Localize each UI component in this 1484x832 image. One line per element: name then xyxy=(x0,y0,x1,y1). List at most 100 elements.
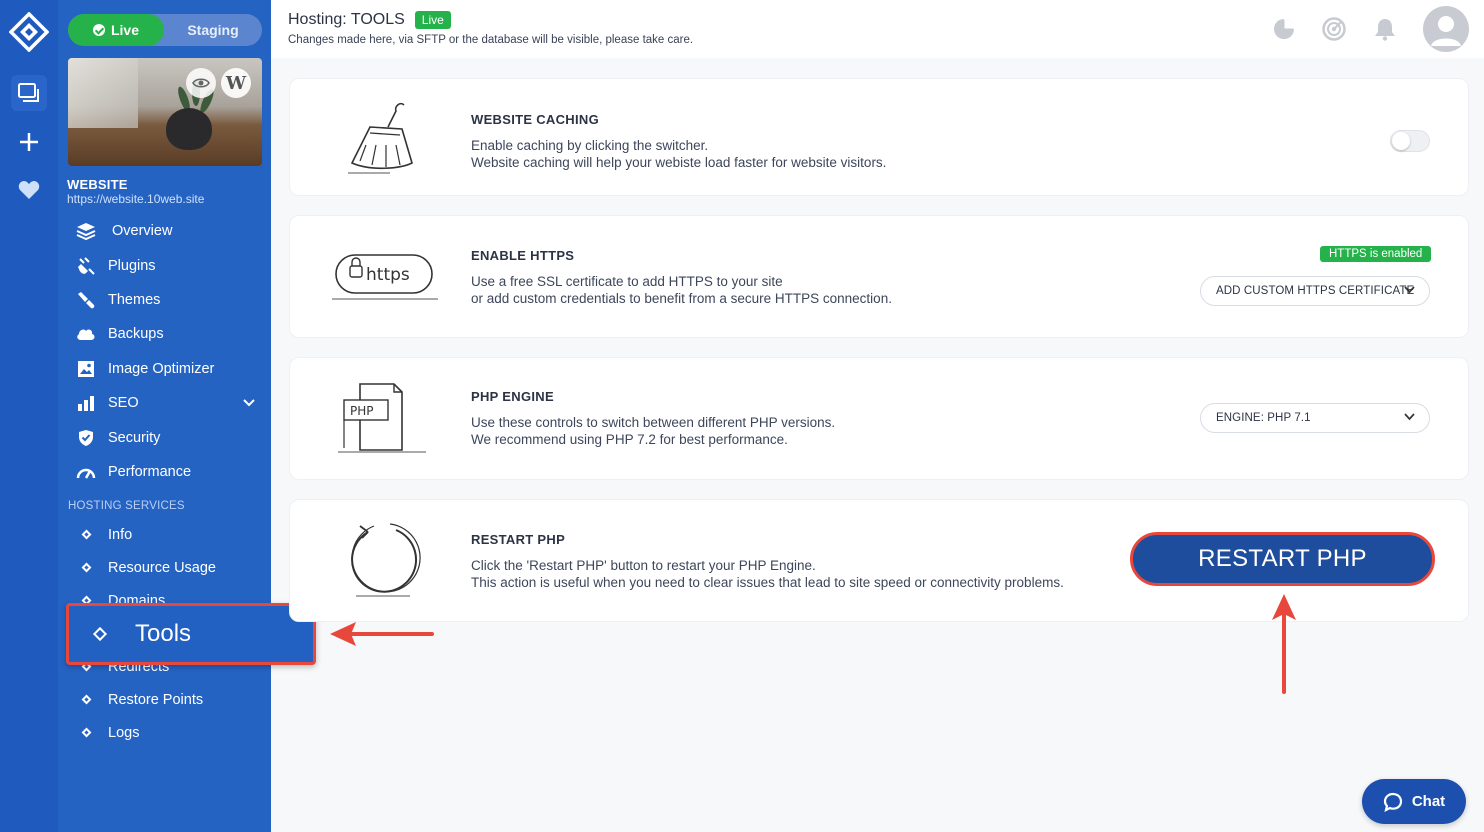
php-file-icon: PHP xyxy=(338,383,426,453)
nav-label: Logs xyxy=(108,724,140,741)
chat-icon xyxy=(1383,792,1402,812)
card-title: RESTART PHP xyxy=(471,532,566,547)
nav-item-security[interactable]: Security xyxy=(58,420,271,454)
card-website-caching: WEBSITE CACHING Enable caching by clicki… xyxy=(289,78,1469,196)
custom-https-certificate-dropdown[interactable]: ADD CUSTOM HTTPS CERTIFICATE xyxy=(1200,276,1430,306)
bell-icon[interactable] xyxy=(1372,16,1398,42)
plug-icon xyxy=(76,256,96,276)
nav-item-logs[interactable]: Logs xyxy=(58,716,271,749)
bar-chart-icon xyxy=(76,393,96,413)
nav-label: Image Optimizer xyxy=(108,360,215,377)
chevron-down-icon xyxy=(1404,413,1415,421)
card-desc-line1: Use these controls to switch between dif… xyxy=(471,415,836,430)
card-desc-line2: We recommend using PHP 7.2 for best perf… xyxy=(471,432,788,447)
diamond-icon xyxy=(76,558,96,578)
site-thumbnail[interactable]: W xyxy=(68,58,262,166)
card-title: ENABLE HTTPS xyxy=(471,248,575,263)
restart-php-button[interactable]: RESTART PHP xyxy=(1130,532,1435,586)
nav-item-backups[interactable]: Backups xyxy=(58,317,271,351)
chat-label: Chat xyxy=(1411,793,1446,810)
nav-label: Tools xyxy=(135,620,192,647)
wordpress-icon[interactable]: W xyxy=(221,68,251,98)
diamond-icon xyxy=(76,525,96,545)
user-avatar[interactable] xyxy=(1423,6,1469,52)
nav-item-seo[interactable]: SEO xyxy=(58,386,271,420)
check-icon xyxy=(92,24,105,36)
nav-label: Restore Points xyxy=(108,691,204,708)
nav-item-themes[interactable]: Themes xyxy=(58,283,271,317)
card-desc-line2: or add custom credentials to benefit fro… xyxy=(471,291,892,306)
image-icon xyxy=(76,359,96,379)
chat-button[interactable]: Chat xyxy=(1362,779,1466,824)
card-title: PHP ENGINE xyxy=(471,389,554,404)
nav-label: Plugins xyxy=(108,257,156,274)
nav-item-info[interactable]: Info xyxy=(58,518,271,551)
nav-item-image-optimizer[interactable]: Image Optimizer xyxy=(58,352,271,386)
https-status-badge: HTTPS is enabled xyxy=(1320,246,1432,262)
annotation-arrow-left xyxy=(330,622,434,646)
logo-icon[interactable] xyxy=(9,12,49,52)
page-header: Hosting: TOOLS Live Changes made here, v… xyxy=(271,0,1484,58)
nav-label: Security xyxy=(108,429,161,446)
live-button[interactable]: Live xyxy=(68,14,164,46)
chevron-down-icon[interactable] xyxy=(243,395,255,411)
svg-text:PHP: PHP xyxy=(350,404,374,418)
brush-icon xyxy=(76,290,96,310)
nav-item-plugins[interactable]: Plugins xyxy=(58,248,271,282)
site-nav: Overview Plugins Themes Backups Image Op… xyxy=(58,214,271,489)
page-subtitle: Changes made here, via SFTP or the datab… xyxy=(288,34,694,46)
card-desc-line2: Website caching will help your webiste l… xyxy=(471,155,887,170)
staging-button[interactable]: Staging xyxy=(164,14,262,46)
live-label: Live xyxy=(110,22,139,38)
preview-eye-icon[interactable] xyxy=(186,68,216,98)
heart-icon[interactable] xyxy=(11,172,47,208)
nav-label: Backups xyxy=(108,326,164,343)
dropdown-label: ENGINE: PHP 7.1 xyxy=(1216,412,1311,424)
user-icon xyxy=(1431,16,1461,46)
gauge-icon xyxy=(76,462,96,482)
nav-label: Overview xyxy=(112,223,173,240)
diamond-icon xyxy=(76,723,96,743)
layers-icon xyxy=(76,221,96,241)
nav-label: Resource Usage xyxy=(108,559,216,576)
nav-item-performance[interactable]: Performance xyxy=(58,455,271,489)
card-enable-https: https ENABLE HTTPS Use a free SSL certif… xyxy=(289,215,1469,338)
nav-label: Info xyxy=(108,526,133,543)
sidebar: Live Staging W WEBSITE https://website.1… xyxy=(58,0,271,832)
card-desc-line2: This action is useful when you need to c… xyxy=(471,575,1064,590)
section-label-hosting: HOSTING SERVICES xyxy=(68,500,185,512)
https-icon: https xyxy=(332,254,438,300)
diamond-icon xyxy=(76,690,96,710)
nav-item-restore-points[interactable]: Restore Points xyxy=(58,683,271,716)
shield-icon xyxy=(76,428,96,448)
page-title: Hosting: TOOLS Live xyxy=(288,11,451,29)
nav-label: Themes xyxy=(108,291,161,308)
nav-label: SEO xyxy=(108,395,139,412)
plus-icon[interactable] xyxy=(11,124,47,160)
live-badge: Live xyxy=(414,11,451,29)
cloud-icon xyxy=(76,324,96,344)
caching-toggle-switch[interactable] xyxy=(1390,130,1430,152)
environment-toggle: Live Staging xyxy=(68,14,262,46)
sites-icon[interactable] xyxy=(11,75,47,111)
card-desc-line1: Enable caching by clicking the switcher. xyxy=(471,138,709,153)
diamond-icon xyxy=(92,626,108,642)
card-desc-line1: Click the 'Restart PHP' button to restar… xyxy=(471,558,816,573)
svg-text:https: https xyxy=(366,265,410,285)
nav-item-tools[interactable]: Tools xyxy=(66,603,316,665)
php-engine-dropdown[interactable]: ENGINE: PHP 7.1 xyxy=(1200,403,1430,433)
nav-label: Performance xyxy=(108,463,192,480)
nav-item-overview[interactable]: Overview xyxy=(58,214,271,248)
speed-icon[interactable] xyxy=(1321,16,1347,42)
broom-icon xyxy=(348,102,413,174)
page-title-text: Hosting: TOOLS xyxy=(288,11,405,28)
chevron-down-icon xyxy=(1404,286,1415,294)
site-url[interactable]: https://website.10web.site xyxy=(67,192,204,206)
pie-chart-icon[interactable] xyxy=(1271,16,1297,42)
annotation-arrow-up xyxy=(1272,594,1296,694)
nav-item-resource-usage[interactable]: Resource Usage xyxy=(58,551,271,584)
card-php-engine: PHP PHP ENGINE Use these controls to swi… xyxy=(289,357,1469,480)
restart-icon xyxy=(351,523,421,597)
card-desc-line1: Use a free SSL certificate to add HTTPS … xyxy=(471,274,783,289)
site-name: WEBSITE xyxy=(67,177,128,192)
